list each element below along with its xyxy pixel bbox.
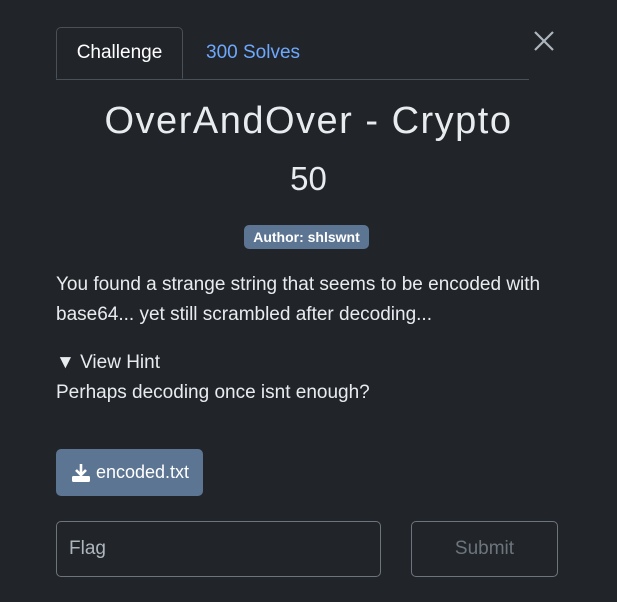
submit-button[interactable]: Submit (411, 521, 558, 577)
tab-solves[interactable]: 300 Solves (206, 27, 300, 79)
modal-tabs: Challenge 300 Solves (56, 27, 529, 80)
challenge-description: You found a strange string that seems to… (56, 274, 541, 325)
view-hint-toggle[interactable]: ▼ View Hint (56, 352, 160, 374)
download-icon (71, 463, 90, 482)
author-badge: Author: shlswnt (244, 225, 369, 249)
challenge-title: OverAndOver - Crypto (104, 100, 513, 142)
file-name: encoded.txt (95, 462, 190, 482)
file-download-button[interactable]: encoded.txt (56, 449, 203, 496)
close-icon[interactable] (532, 29, 556, 53)
hint-text: Perhaps decoding once isnt enough? (56, 382, 370, 403)
tab-challenge[interactable]: Challenge (56, 27, 183, 79)
flag-input[interactable] (56, 521, 381, 577)
challenge-points: 50 (290, 160, 327, 197)
